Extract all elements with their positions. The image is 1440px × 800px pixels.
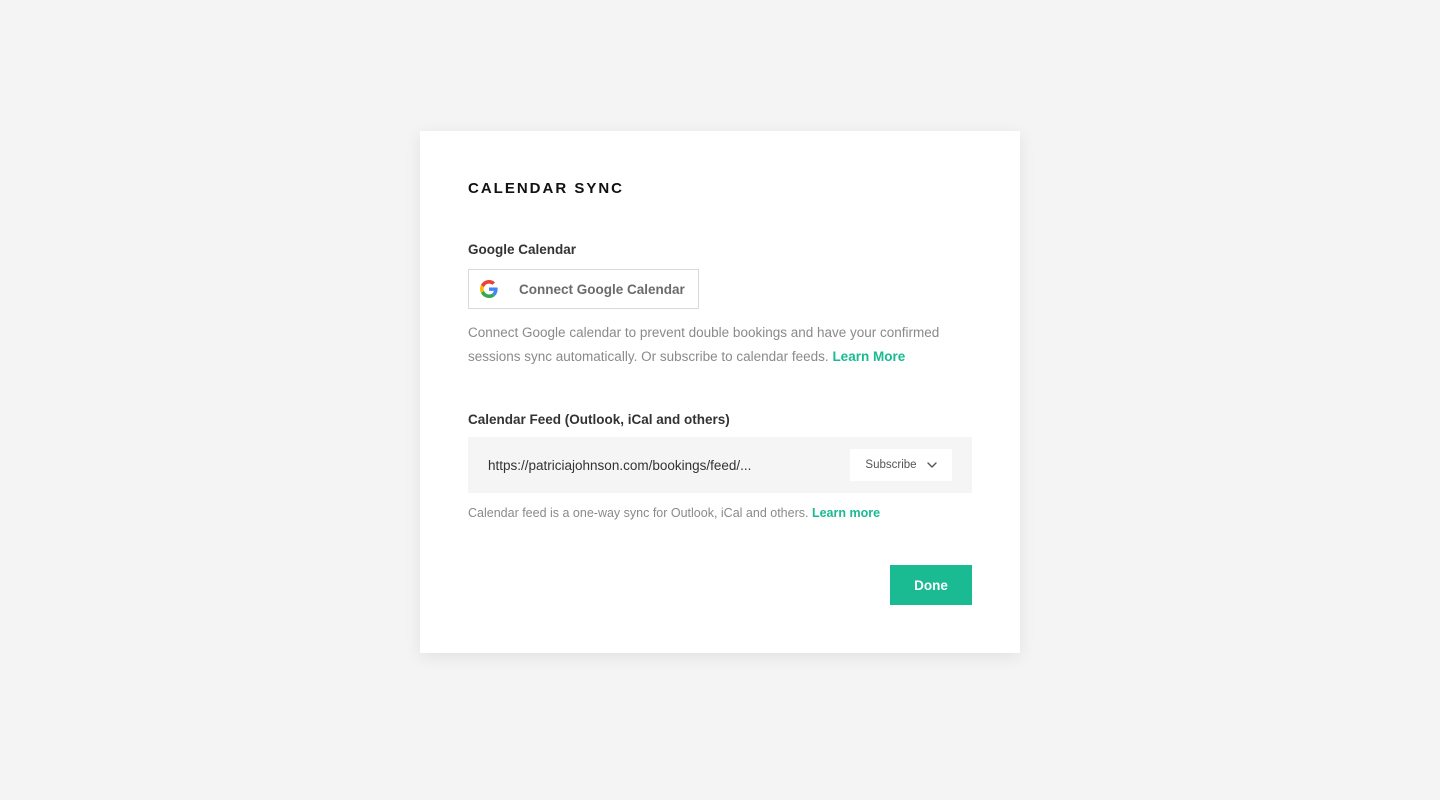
google-calendar-label: Google Calendar: [468, 242, 577, 257]
subscribe-dropdown[interactable]: Subscribe: [850, 449, 952, 481]
feed-learn-more-link[interactable]: Learn more: [812, 506, 880, 520]
feed-url[interactable]: https://patriciajohnson.com/bookings/fee…: [488, 458, 850, 473]
calendar-feed-box: https://patriciajohnson.com/bookings/fee…: [468, 437, 972, 493]
learn-more-link[interactable]: Learn More: [832, 349, 905, 364]
subscribe-label: Subscribe: [865, 459, 917, 471]
calendar-feed-description: Calendar feed is a one-way sync for Outl…: [468, 506, 880, 520]
chevron-down-icon: [926, 462, 937, 468]
connect-google-calendar-button[interactable]: Connect Google Calendar: [468, 269, 699, 309]
done-button[interactable]: Done: [890, 565, 972, 605]
feed-description-text: Calendar feed is a one-way sync for Outl…: [468, 506, 809, 520]
connect-google-calendar-label: Connect Google Calendar: [519, 281, 685, 297]
google-g-icon: [479, 279, 499, 299]
google-calendar-description: Connect Google calendar to prevent doubl…: [468, 321, 978, 369]
calendar-feed-label: Calendar Feed (Outlook, iCal and others): [468, 412, 730, 427]
calendar-sync-modal: CALENDAR SYNC Google Calendar Connect Go…: [420, 131, 1020, 653]
modal-title: CALENDAR SYNC: [468, 180, 625, 197]
